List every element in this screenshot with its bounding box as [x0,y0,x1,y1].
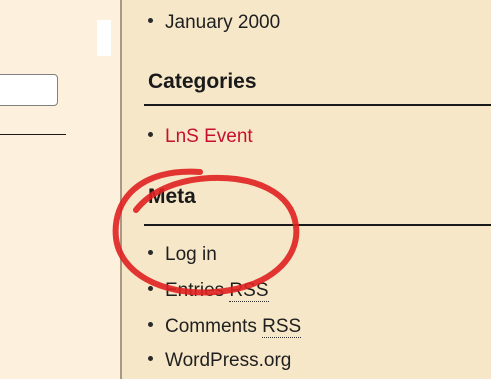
meta-divider [144,224,491,226]
meta-item-log-in[interactable]: Log in [148,244,217,266]
content-fragment [97,20,111,56]
wordpress-org-link[interactable]: WordPress.org [165,350,291,371]
main-content-column [0,0,120,379]
log-in-link[interactable]: Log in [165,244,217,265]
archive-item[interactable]: January 2000 [148,12,280,34]
meta-item-wordpress-org[interactable]: WordPress.org [148,350,291,372]
entries-rss-prefix: Entries [165,280,230,301]
bullet-icon [148,250,153,256]
comments-rss-prefix: Comments [165,316,263,337]
content-divider [0,134,66,135]
comments-rss-link[interactable]: Comments RSS [165,316,302,338]
meta-item-entries-rss[interactable]: Entries RSS [148,280,269,302]
sidebar: January 2000 Categories LnS Event Meta L… [122,0,491,379]
bullet-icon [148,286,153,292]
meta-heading: Meta [148,185,196,208]
categories-heading: Categories [148,70,257,93]
meta-item-comments-rss[interactable]: Comments RSS [148,316,302,338]
rss-abbr: RSS [229,280,269,302]
category-item-lns-event[interactable]: LnS Event [148,126,253,148]
category-link[interactable]: LnS Event [165,126,253,147]
page: January 2000 Categories LnS Event Meta L… [0,0,491,379]
bullet-icon [148,322,153,328]
rss-abbr: RSS [262,316,302,338]
bullet-icon [148,356,153,362]
speech-bubble-icon[interactable] [0,74,58,106]
bullet-icon [148,18,153,24]
archive-item-label[interactable]: January 2000 [165,12,280,33]
entries-rss-link[interactable]: Entries RSS [165,280,269,302]
bullet-icon [148,132,153,138]
categories-divider [144,104,491,106]
